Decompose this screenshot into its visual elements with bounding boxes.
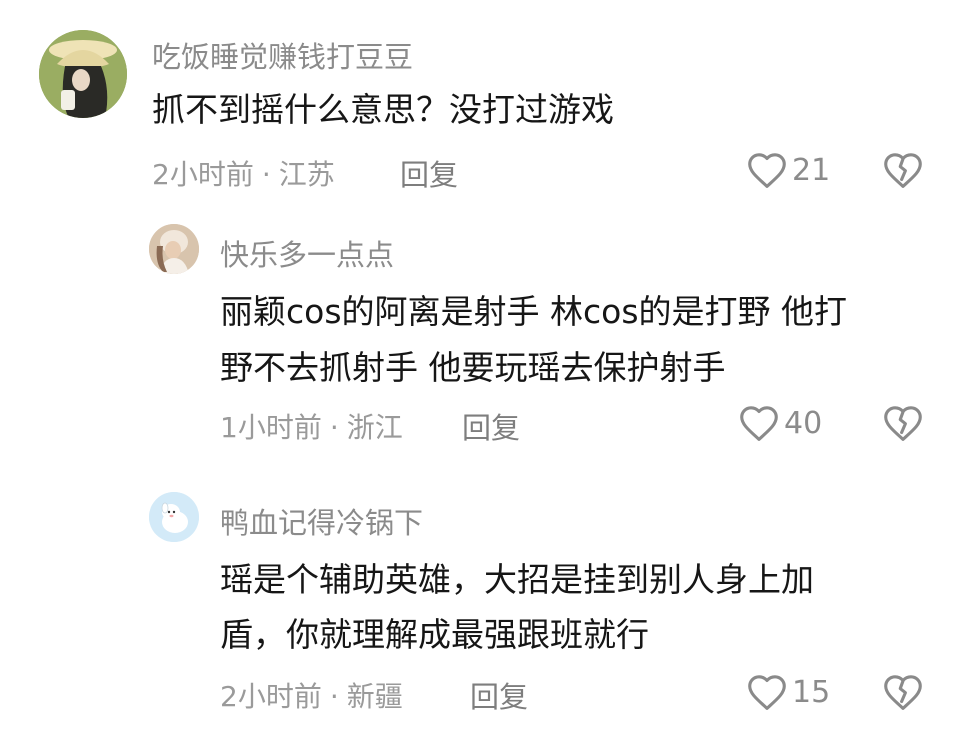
comment-location: 浙江 bbox=[346, 411, 403, 444]
reply-button[interactable]: 回复 bbox=[470, 674, 528, 716]
reply-button[interactable]: 回复 bbox=[400, 152, 458, 194]
avatar-comment-1[interactable] bbox=[39, 30, 127, 118]
like-count: 21 bbox=[792, 152, 831, 188]
comment-time: 2小时前 bbox=[152, 158, 254, 191]
comment-username[interactable]: 快乐多一点点 bbox=[220, 232, 394, 274]
comment-location: 新疆 bbox=[346, 680, 403, 713]
comment-time: 1小时前 bbox=[220, 411, 322, 444]
avatar-image bbox=[149, 492, 199, 542]
like-button[interactable]: 21 bbox=[746, 150, 830, 190]
comment-time: 2小时前 bbox=[220, 680, 322, 713]
comment-text: 抓不到摇什么意思？没打过游戏 bbox=[152, 90, 614, 129]
broken-heart-icon bbox=[884, 153, 922, 188]
broken-heart-icon bbox=[884, 675, 922, 710]
comment-text: 丽颖cos的阿离是射手 林cos的是打野 他打 野不去抓射手 他要玩瑶去保护射手 bbox=[220, 292, 848, 387]
avatar-comment-2[interactable] bbox=[149, 224, 199, 274]
like-count: 40 bbox=[784, 405, 823, 441]
like-count: 15 bbox=[792, 674, 831, 710]
broken-heart-icon bbox=[884, 406, 922, 441]
heart-outline-icon bbox=[748, 675, 786, 710]
meta-separator: · bbox=[329, 680, 339, 713]
like-button[interactable]: 40 bbox=[738, 403, 822, 443]
comment-meta: 2小时前 · 江苏 bbox=[152, 153, 335, 193]
avatar-image bbox=[39, 30, 127, 118]
avatar-image bbox=[149, 224, 199, 274]
meta-separator: · bbox=[261, 158, 271, 191]
heart-outline-icon bbox=[748, 153, 786, 188]
dislike-button[interactable] bbox=[882, 151, 924, 193]
dislike-button[interactable] bbox=[882, 673, 924, 715]
comment-meta: 1小时前 · 浙江 bbox=[220, 406, 403, 446]
comment-3: 鸭血记得冷锅下 瑶是个辅助英雄，大招是挂到别人身上加 盾，你就理解成最强跟班就行… bbox=[0, 478, 970, 749]
like-button[interactable]: 15 bbox=[746, 672, 830, 712]
reply-button[interactable]: 回复 bbox=[462, 405, 520, 447]
comment-1: 吃饭睡觉赚钱打豆豆 抓不到摇什么意思？没打过游戏 2小时前 · 江苏 回复 21 bbox=[0, 0, 970, 210]
comment-2: 快乐多一点点 丽颖cos的阿离是射手 林cos的是打野 他打 野不去抓射手 他要… bbox=[0, 210, 970, 470]
heart-outline-icon bbox=[740, 406, 778, 441]
avatar-comment-3[interactable] bbox=[149, 492, 199, 542]
meta-separator: · bbox=[329, 411, 339, 444]
dislike-button[interactable] bbox=[882, 404, 924, 446]
comment-username[interactable]: 吃饭睡觉赚钱打豆豆 bbox=[152, 34, 413, 76]
comment-username[interactable]: 鸭血记得冷锅下 bbox=[220, 500, 423, 542]
comment-meta: 2小时前 · 新疆 bbox=[220, 675, 403, 715]
comment-text: 瑶是个辅助英雄，大招是挂到别人身上加 盾，你就理解成最强跟班就行 bbox=[220, 560, 814, 654]
comment-location: 江苏 bbox=[278, 158, 335, 191]
